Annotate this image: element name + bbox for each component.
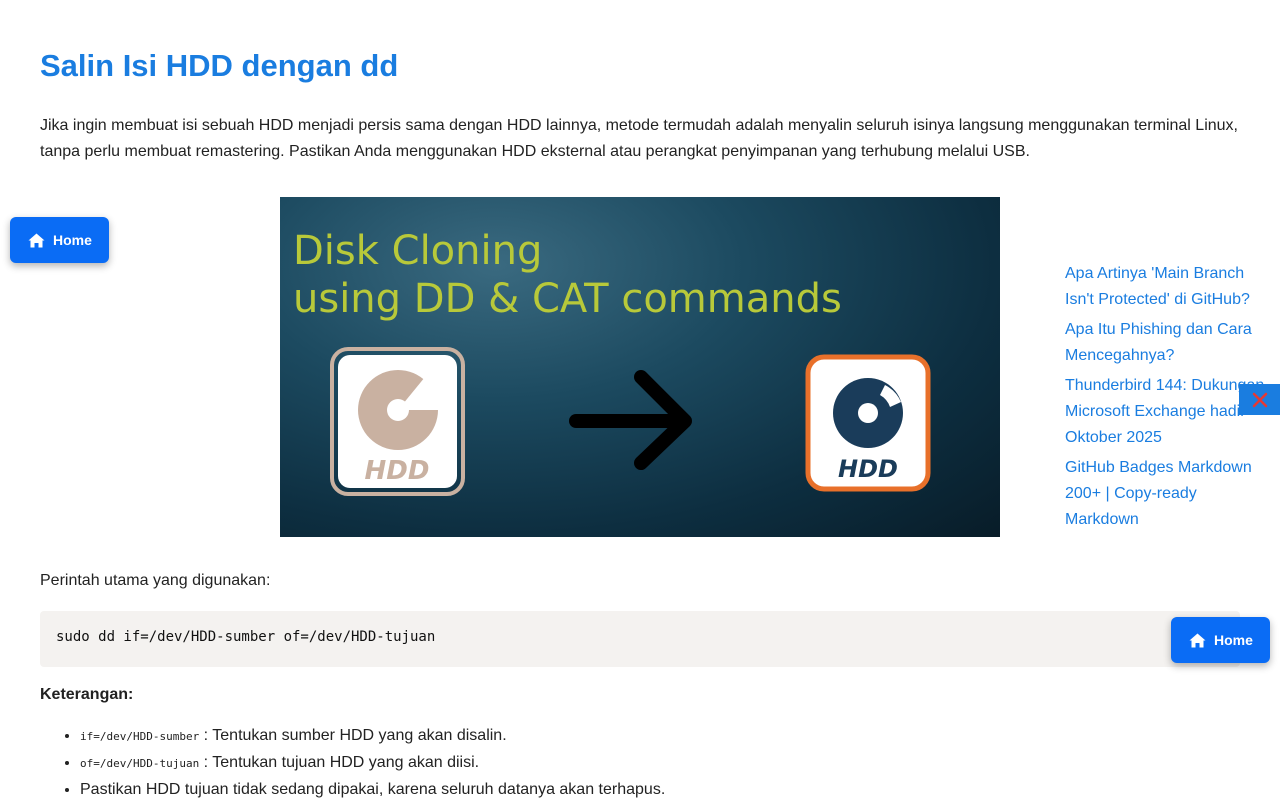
- command-text: sudo dd if=/dev/HDD-sumber of=/dev/HDD-t…: [56, 629, 436, 645]
- home-icon: [28, 233, 45, 247]
- arrow-right-icon: [569, 370, 692, 470]
- related-link-phishing[interactable]: Apa Itu Phishing dan Cara Mencegahnya?: [1065, 317, 1270, 369]
- related-link-main-branch[interactable]: Apa Artinya 'Main Branch Isn't Protected…: [1065, 261, 1270, 313]
- target-hdd-icon: HDD: [805, 354, 931, 492]
- page-title: Salin Isi HDD dengan dd: [40, 48, 399, 83]
- note-text: Pastikan HDD tujuan tidak sedang dipakai…: [80, 781, 666, 798]
- list-item: if=/dev/HDD-sumber : Tentukan sumber HDD…: [80, 723, 665, 750]
- source-hdd-icon: HDD: [330, 347, 465, 496]
- home-icon: [1189, 633, 1206, 647]
- list-item: Pastikan HDD tujuan tidak sedang dipakai…: [80, 777, 665, 800]
- note-code: of=/dev/HDD-tujuan: [80, 757, 200, 770]
- home-button-left[interactable]: Home: [10, 217, 109, 263]
- command-intro: Perintah utama yang digunakan:: [40, 572, 271, 589]
- home-button-right[interactable]: Home: [1171, 617, 1270, 663]
- intro-paragraph: Jika ingin membuat isi sebuah HDD menjad…: [40, 117, 1238, 160]
- note-text: : Tentukan sumber HDD yang akan disalin.: [199, 727, 507, 744]
- target-hdd-label: HDD: [838, 455, 898, 483]
- disk-cloning-image: Disk Cloning using DD & CAT commands HDD…: [280, 197, 1000, 537]
- notes-heading: Keterangan:: [40, 686, 134, 703]
- source-hdd-label: HDD: [365, 456, 430, 486]
- close-button[interactable]: [1239, 384, 1280, 415]
- home-button-label: Home: [53, 232, 92, 248]
- related-link-github-badges[interactable]: GitHub Badges Markdown 200+ | Copy-ready…: [1065, 455, 1270, 533]
- home-button-label: Home: [1214, 632, 1253, 648]
- close-icon: [1252, 392, 1267, 407]
- note-text: : Tentukan tujuan HDD yang akan diisi.: [199, 754, 480, 771]
- note-code: if=/dev/HDD-sumber: [80, 730, 200, 743]
- command-code-block[interactable]: sudo dd if=/dev/HDD-sumber of=/dev/HDD-t…: [40, 611, 1240, 667]
- notes-list: if=/dev/HDD-sumber : Tentukan sumber HDD…: [40, 723, 665, 800]
- image-graphics: HDD HDD: [330, 347, 931, 496]
- list-item: of=/dev/HDD-tujuan : Tentukan tujuan HDD…: [80, 750, 665, 777]
